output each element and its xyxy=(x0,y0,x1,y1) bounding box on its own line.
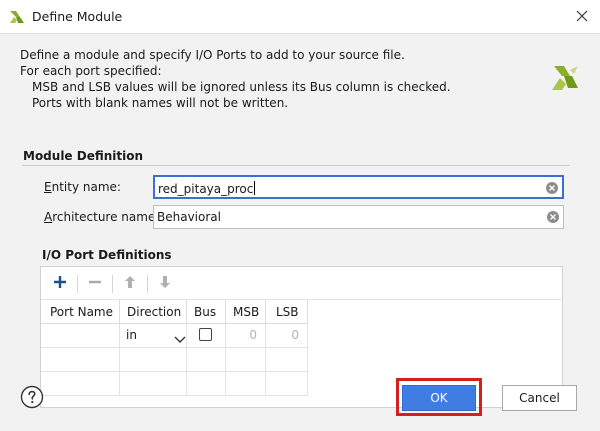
vivado-logo-icon xyxy=(8,8,26,26)
port-name-cell[interactable] xyxy=(41,324,120,348)
port-name-cell[interactable] xyxy=(41,348,120,372)
cancel-button[interactable]: Cancel xyxy=(502,385,577,411)
direction-select[interactable]: in xyxy=(126,324,186,346)
move-down-button[interactable] xyxy=(153,272,177,294)
entity-name-label: Entity name: xyxy=(44,180,121,194)
io-port-toolbar xyxy=(41,267,562,300)
bus-cell[interactable] xyxy=(187,324,226,348)
intro-line-1: Define a module and specify I/O Ports to… xyxy=(20,48,405,62)
lsb-cell[interactable] xyxy=(266,372,308,396)
remove-port-button[interactable] xyxy=(83,272,107,294)
title-bar: Define Module xyxy=(0,0,600,34)
ok-button[interactable]: OK xyxy=(402,385,476,411)
text-cursor xyxy=(254,181,256,195)
intro-line-3: MSB and LSB values will be ignored unles… xyxy=(32,80,451,94)
direction-value: in xyxy=(126,328,137,342)
clear-entity-icon[interactable] xyxy=(545,181,559,195)
add-port-button[interactable] xyxy=(48,272,72,294)
column-header-msb[interactable]: MSB xyxy=(226,300,266,324)
move-up-button[interactable] xyxy=(118,272,142,294)
clear-architecture-icon[interactable] xyxy=(546,210,560,224)
entity-name-value: red_pitaya_proc xyxy=(158,182,254,196)
move-down-icon xyxy=(159,275,171,292)
architecture-name-value: Behavioral xyxy=(157,210,221,224)
msb-cell[interactable] xyxy=(226,348,266,372)
toolbar-separator xyxy=(147,275,148,293)
column-header-direction[interactable]: Direction xyxy=(120,300,187,324)
bus-cell[interactable] xyxy=(187,348,226,372)
bus-checkbox[interactable] xyxy=(199,328,212,341)
lsb-cell[interactable] xyxy=(266,348,308,372)
dialog-body: Define a module and specify I/O Ports to… xyxy=(0,34,600,431)
architecture-name-field[interactable]: Behavioral xyxy=(153,205,564,229)
column-header-bus[interactable]: Bus xyxy=(187,300,226,324)
close-button[interactable] xyxy=(566,2,598,32)
port-name-cell[interactable] xyxy=(41,372,120,396)
intro-text: Define a module and specify I/O Ports to… xyxy=(20,47,540,111)
window-title: Define Module xyxy=(32,9,123,24)
io-port-definitions-heading: I/O Port Definitions xyxy=(42,248,172,262)
module-definition-heading: Module Definition xyxy=(23,149,144,163)
toolbar-separator xyxy=(112,275,113,293)
help-icon xyxy=(20,385,44,412)
direction-cell[interactable]: in xyxy=(120,324,187,348)
intro-line-2: For each port specified: xyxy=(20,64,162,78)
msb-cell[interactable] xyxy=(226,372,266,396)
bus-cell[interactable] xyxy=(187,372,226,396)
chevron-down-icon xyxy=(174,330,186,343)
column-header-port-name[interactable]: Port Name xyxy=(41,300,120,324)
section-divider xyxy=(22,165,570,166)
help-button[interactable] xyxy=(20,385,44,409)
close-icon xyxy=(576,10,588,25)
msb-cell[interactable]: 0 xyxy=(226,324,266,348)
direction-cell[interactable] xyxy=(120,372,187,396)
io-port-panel: Port Name Direction Bus MSB LSB in 0 0 xyxy=(40,266,563,408)
add-icon xyxy=(53,275,67,292)
lsb-cell[interactable]: 0 xyxy=(266,324,308,348)
vivado-brand-logo xyxy=(548,60,584,96)
intro-line-4: Ports with blank names will not be writt… xyxy=(32,96,289,110)
column-header-lsb[interactable]: LSB xyxy=(266,300,308,324)
toolbar-separator xyxy=(77,275,78,293)
entity-name-field[interactable]: red_pitaya_proc xyxy=(153,175,564,199)
architecture-name-label: Architecture name: xyxy=(44,210,160,224)
move-up-icon xyxy=(124,275,136,292)
remove-icon xyxy=(88,275,102,292)
direction-cell[interactable] xyxy=(120,348,187,372)
